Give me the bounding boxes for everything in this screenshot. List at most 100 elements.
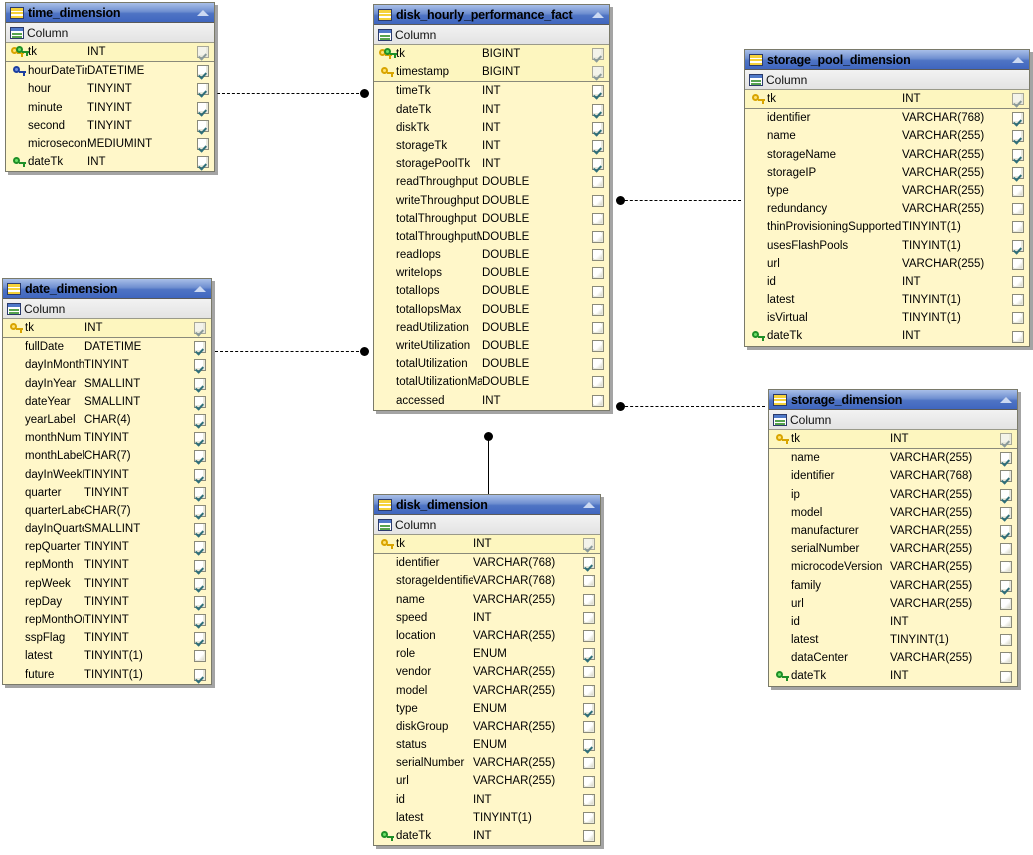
- checkbox-unchecked[interactable]: [583, 793, 595, 806]
- table-column-row[interactable]: thinProvisioningSupported TINYINT(1): [745, 218, 1029, 236]
- table-column-row[interactable]: yearLabel CHAR(4): [3, 411, 211, 429]
- table-column-row[interactable]: dataCenter VARCHAR(255): [769, 649, 1017, 667]
- checkbox-unchecked[interactable]: [1000, 597, 1012, 610]
- db-table-storage_pool_dimension[interactable]: storage_pool_dimension Column tk INT identif…: [744, 49, 1030, 347]
- checkbox-checked[interactable]: [194, 486, 206, 499]
- table-column-row[interactable]: readUtilization DOUBLE: [374, 319, 609, 337]
- table-column-row[interactable]: tk INT: [6, 43, 214, 61]
- checkbox-unchecked[interactable]: [1000, 615, 1012, 628]
- table-column-row[interactable]: dateTk INT: [6, 153, 214, 171]
- table-column-row[interactable]: readIops DOUBLE: [374, 246, 609, 264]
- checkbox-unchecked[interactable]: [583, 575, 595, 588]
- db-table-time_dimension[interactable]: time_dimensionColumntkINThourDateTimeDAT…: [5, 2, 215, 173]
- table-column-row[interactable]: totalIops DOUBLE: [374, 282, 609, 300]
- table-column-row[interactable]: url VARCHAR(255): [374, 772, 600, 790]
- table-column-row[interactable]: serialNumber VARCHAR(255): [769, 540, 1017, 558]
- checkbox-checked[interactable]: [592, 158, 604, 171]
- table-title-bar[interactable]: storage_pool_dimension: [745, 50, 1029, 70]
- table-column-row[interactable]: id INT: [769, 613, 1017, 631]
- checkbox-checked[interactable]: [1012, 93, 1024, 106]
- table-column-row[interactable]: tk INT: [769, 430, 1017, 448]
- checkbox-checked[interactable]: [1012, 148, 1024, 161]
- table-column-row[interactable]: writeUtilization DOUBLE: [374, 337, 609, 355]
- checkbox-checked[interactable]: [1000, 506, 1012, 519]
- checkbox-checked[interactable]: [592, 140, 604, 153]
- checkbox-unchecked[interactable]: [1012, 275, 1024, 288]
- checkbox-checked[interactable]: [197, 83, 209, 96]
- checkbox-unchecked[interactable]: [1012, 221, 1024, 234]
- checkbox-unchecked[interactable]: [592, 230, 604, 243]
- checkbox-checked[interactable]: [194, 322, 206, 335]
- checkbox-checked[interactable]: [194, 523, 206, 536]
- table-column-row[interactable]: model VARCHAR(255): [374, 682, 600, 700]
- checkbox-checked[interactable]: [1000, 488, 1012, 501]
- checkbox-unchecked[interactable]: [592, 340, 604, 353]
- table-column-row[interactable]: tk INT: [3, 319, 211, 337]
- table-column-row[interactable]: fullDate DATETIME: [3, 338, 211, 356]
- checkbox-checked[interactable]: [194, 668, 206, 681]
- db-table-disk_dimension[interactable]: disk_dimension Column tk INT identifier VARCH…: [373, 494, 601, 847]
- checkbox-unchecked[interactable]: [1000, 670, 1012, 683]
- table-column-row[interactable]: storageIP VARCHAR(255): [745, 164, 1029, 182]
- checkbox-unchecked[interactable]: [592, 303, 604, 316]
- checkbox-checked[interactable]: [194, 595, 206, 608]
- table-column-row[interactable]: name VARCHAR(255): [769, 449, 1017, 467]
- checkbox-unchecked[interactable]: [1012, 257, 1024, 270]
- checkbox-unchecked[interactable]: [592, 394, 604, 407]
- checkbox-checked[interactable]: [592, 103, 604, 116]
- table-column-row[interactable]: second TINYINT: [6, 117, 214, 135]
- table-column-row[interactable]: status ENUM: [374, 736, 600, 754]
- table-column-row[interactable]: id INT: [745, 273, 1029, 291]
- table-column-row[interactable]: storageName VARCHAR(255): [745, 146, 1029, 164]
- checkbox-checked[interactable]: [1000, 579, 1012, 592]
- table-column-row[interactable]: identifier VARCHAR(768): [745, 109, 1029, 127]
- table-column-row[interactable]: isVirtual TINYINT(1): [745, 309, 1029, 327]
- checkbox-checked[interactable]: [197, 65, 209, 78]
- checkbox-checked[interactable]: [194, 341, 206, 354]
- table-column-row[interactable]: role ENUM: [374, 645, 600, 663]
- checkbox-checked[interactable]: [194, 359, 206, 372]
- table-column-row[interactable]: repMonth TINYINT: [3, 556, 211, 574]
- table-column-row[interactable]: redundancy VARCHAR(255): [745, 200, 1029, 218]
- checkbox-checked[interactable]: [194, 504, 206, 517]
- checkbox-checked[interactable]: [197, 119, 209, 132]
- checkbox-checked[interactable]: [197, 156, 209, 169]
- table-column-row[interactable]: identifier VARCHAR(768): [374, 554, 600, 572]
- table-column-row[interactable]: accessed INT: [374, 392, 609, 410]
- checkbox-checked[interactable]: [1000, 433, 1012, 446]
- checkbox-checked[interactable]: [194, 432, 206, 445]
- table-column-row[interactable]: url VARCHAR(255): [745, 255, 1029, 273]
- table-column-row[interactable]: dayInMonth TINYINT: [3, 356, 211, 374]
- table-column-row[interactable]: url VARCHAR(255): [769, 595, 1017, 613]
- table-column-row[interactable]: speed INT: [374, 609, 600, 627]
- checkbox-checked[interactable]: [1000, 525, 1012, 538]
- checkbox-checked[interactable]: [194, 614, 206, 627]
- checkbox-checked[interactable]: [194, 377, 206, 390]
- checkbox-checked[interactable]: [194, 395, 206, 408]
- table-column-row[interactable]: ip VARCHAR(255): [769, 486, 1017, 504]
- checkbox-unchecked[interactable]: [583, 757, 595, 770]
- checkbox-checked[interactable]: [1000, 452, 1012, 465]
- checkbox-unchecked[interactable]: [1000, 634, 1012, 647]
- checkbox-checked[interactable]: [197, 101, 209, 114]
- checkbox-checked[interactable]: [583, 538, 595, 551]
- table-column-row[interactable]: manufacturer VARCHAR(255): [769, 522, 1017, 540]
- table-column-row[interactable]: writeIops DOUBLE: [374, 264, 609, 282]
- checkbox-unchecked[interactable]: [592, 358, 604, 371]
- checkbox-checked[interactable]: [194, 414, 206, 427]
- table-column-row[interactable]: id INT: [374, 791, 600, 809]
- table-title-bar[interactable]: date_dimension: [3, 279, 211, 299]
- table-column-row[interactable]: dateTk INT: [769, 667, 1017, 685]
- table-column-row[interactable]: microsecond MEDIUMINT: [6, 135, 214, 153]
- chevron-up-icon[interactable]: [192, 282, 208, 296]
- checkbox-checked[interactable]: [194, 632, 206, 645]
- table-column-row[interactable]: totalUtilization DOUBLE: [374, 355, 609, 373]
- table-column-row[interactable]: diskTk INT: [374, 119, 609, 137]
- checkbox-unchecked[interactable]: [583, 775, 595, 788]
- table-column-row[interactable]: repMonthOrLatestTINYINT: [3, 611, 211, 629]
- checkbox-unchecked[interactable]: [1012, 312, 1024, 325]
- table-column-row[interactable]: microcodeVersion VARCHAR(255): [769, 558, 1017, 576]
- table-column-row[interactable]: model VARCHAR(255): [769, 504, 1017, 522]
- table-column-row[interactable]: identifier VARCHAR(768): [769, 467, 1017, 485]
- checkbox-unchecked[interactable]: [592, 321, 604, 334]
